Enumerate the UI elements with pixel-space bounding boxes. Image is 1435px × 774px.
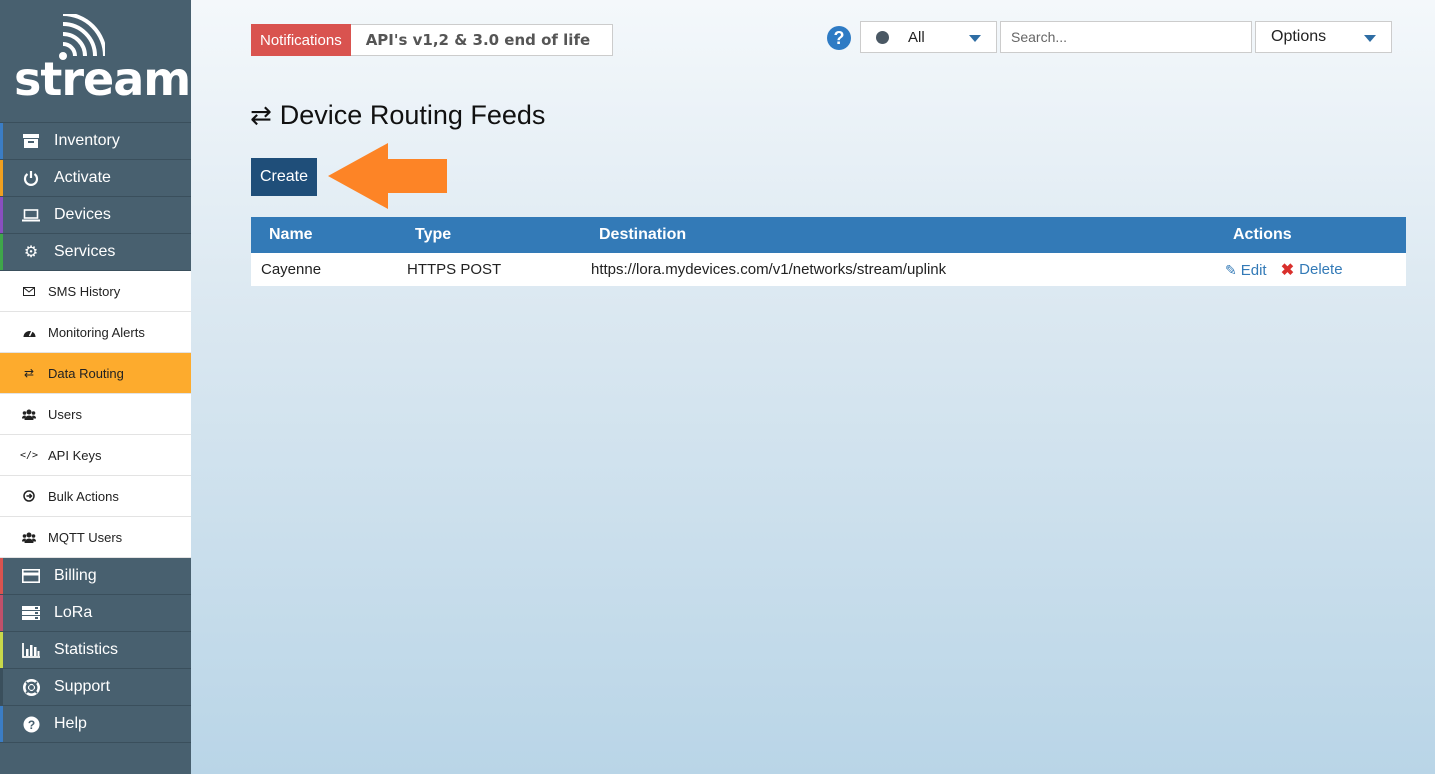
cell-destination: https://lora.mydevices.com/v1/networks/s… bbox=[591, 261, 947, 278]
sidebar-item-inventory[interactable]: Inventory bbox=[0, 123, 191, 160]
question-icon: ? bbox=[20, 716, 42, 733]
users-icon bbox=[20, 409, 38, 420]
sidebar-item-label: Activate bbox=[54, 169, 111, 186]
sidebar: stream Inventory Activate Devices ⚙ Serv… bbox=[0, 0, 191, 774]
life-ring-icon bbox=[20, 678, 42, 696]
power-icon bbox=[20, 170, 42, 186]
routing-feeds-table: Name Type Destination Actions Cayenne HT… bbox=[251, 217, 1406, 286]
laptop-icon bbox=[20, 208, 42, 222]
table-row: Cayenne HTTPS POST https://lora.mydevice… bbox=[251, 253, 1406, 286]
sidebar-item-label: Monitoring Alerts bbox=[48, 324, 145, 340]
pencil-icon: ✎ bbox=[1225, 261, 1237, 278]
sidebar-item-bulk-actions[interactable]: Bulk Actions bbox=[0, 476, 191, 517]
sidebar-item-support[interactable]: Support bbox=[0, 669, 191, 706]
sidebar-item-label: Inventory bbox=[54, 132, 120, 149]
logo-text: stream bbox=[14, 52, 191, 106]
stream-logo[interactable]: stream bbox=[0, 0, 191, 122]
delete-link[interactable]: ✖ Delete bbox=[1281, 260, 1343, 280]
svg-text:?: ? bbox=[27, 718, 34, 732]
page-title: ⇄ Device Routing Feeds bbox=[250, 100, 545, 131]
users-icon bbox=[20, 532, 38, 543]
notification-message[interactable]: API's v1,2 & 3.0 end of life bbox=[351, 25, 612, 55]
notifications-badge[interactable]: Notifications bbox=[251, 24, 351, 56]
sidebar-item-activate[interactable]: Activate bbox=[0, 160, 191, 197]
exchange-icon: ⇄ bbox=[23, 366, 35, 380]
pointer-arrow-icon bbox=[328, 143, 447, 209]
create-button[interactable]: Create bbox=[251, 158, 317, 196]
sidebar-item-label: SMS History bbox=[48, 283, 121, 299]
sidebar-item-monitoring-alerts[interactable]: Monitoring Alerts bbox=[0, 312, 191, 353]
sidebar-item-label: Statistics bbox=[54, 641, 119, 658]
sidebar-item-help[interactable]: ? Help bbox=[0, 706, 191, 743]
edit-link[interactable]: ✎ Edit bbox=[1225, 262, 1267, 279]
sidebar-item-sms-history[interactable]: SMS History bbox=[0, 271, 191, 312]
server-icon bbox=[20, 606, 42, 620]
table-header-row: Name Type Destination Actions bbox=[251, 217, 1406, 253]
sidebar-item-label: Help bbox=[54, 715, 87, 732]
envelope-icon bbox=[20, 286, 38, 296]
chevron-down-icon bbox=[969, 35, 981, 42]
sidebar-item-services[interactable]: ⚙ Services bbox=[0, 234, 191, 271]
column-header-actions: Actions bbox=[1233, 226, 1292, 243]
column-header-destination[interactable]: Destination bbox=[579, 217, 1211, 253]
sidebar-item-label: Data Routing bbox=[48, 365, 124, 381]
page-title-text: Device Routing Feeds bbox=[279, 100, 546, 130]
column-header-name[interactable]: Name bbox=[251, 217, 397, 253]
circle-arrow-icon bbox=[20, 490, 38, 502]
help-icon[interactable]: ? bbox=[827, 26, 851, 50]
status-dot-icon bbox=[876, 30, 889, 44]
sidebar-item-users[interactable]: Users bbox=[0, 394, 191, 435]
archive-icon bbox=[20, 134, 42, 148]
sidebar-item-label: Bulk Actions bbox=[48, 488, 119, 504]
sidebar-item-data-routing[interactable]: ⇄ Data Routing bbox=[0, 353, 191, 394]
notification-bar[interactable]: Notifications API's v1,2 & 3.0 end of li… bbox=[251, 24, 614, 56]
sidebar-item-label: LoRa bbox=[54, 604, 93, 621]
options-dropdown[interactable]: Options bbox=[1255, 21, 1392, 53]
sidebar-item-lora[interactable]: LoRa bbox=[0, 595, 191, 632]
sidebar-item-label: MQTT Users bbox=[48, 529, 123, 545]
close-icon: ✖ bbox=[1280, 261, 1295, 279]
cell-name: Cayenne bbox=[261, 261, 322, 278]
code-icon: </> bbox=[19, 449, 39, 461]
sidebar-item-billing[interactable]: Billing bbox=[0, 558, 191, 595]
bar-chart-icon bbox=[20, 642, 42, 658]
dashboard-icon bbox=[20, 327, 38, 338]
chevron-down-icon bbox=[1364, 35, 1376, 42]
sidebar-item-label: Billing bbox=[54, 567, 97, 584]
credit-card-icon bbox=[20, 569, 42, 583]
sidebar-item-devices[interactable]: Devices bbox=[0, 197, 191, 234]
sidebar-item-label: Users bbox=[48, 406, 82, 422]
sidebar-item-label: Support bbox=[54, 678, 111, 695]
delete-label: Delete bbox=[1299, 261, 1343, 278]
search-input[interactable] bbox=[1000, 21, 1252, 53]
status-filter-value: All bbox=[908, 28, 925, 46]
sidebar-item-label: Services bbox=[54, 243, 116, 260]
sidebar-item-label: Devices bbox=[54, 206, 111, 223]
gear-icon: ⚙ bbox=[23, 244, 39, 261]
cell-actions: ✎ Edit ✖ Delete bbox=[1211, 253, 1406, 286]
exchange-icon: ⇄ bbox=[250, 100, 272, 131]
sidebar-item-label: API Keys bbox=[48, 447, 102, 463]
sidebar-item-api-keys[interactable]: </> API Keys bbox=[0, 435, 191, 476]
edit-label: Edit bbox=[1240, 261, 1267, 279]
cell-type: HTTPS POST bbox=[407, 261, 502, 278]
status-filter-select[interactable]: All bbox=[860, 21, 997, 53]
sidebar-item-mqtt-users[interactable]: MQTT Users bbox=[0, 517, 191, 558]
sidebar-item-statistics[interactable]: Statistics bbox=[0, 632, 191, 669]
column-header-type[interactable]: Type bbox=[397, 217, 579, 253]
options-label: Options bbox=[1271, 28, 1327, 45]
